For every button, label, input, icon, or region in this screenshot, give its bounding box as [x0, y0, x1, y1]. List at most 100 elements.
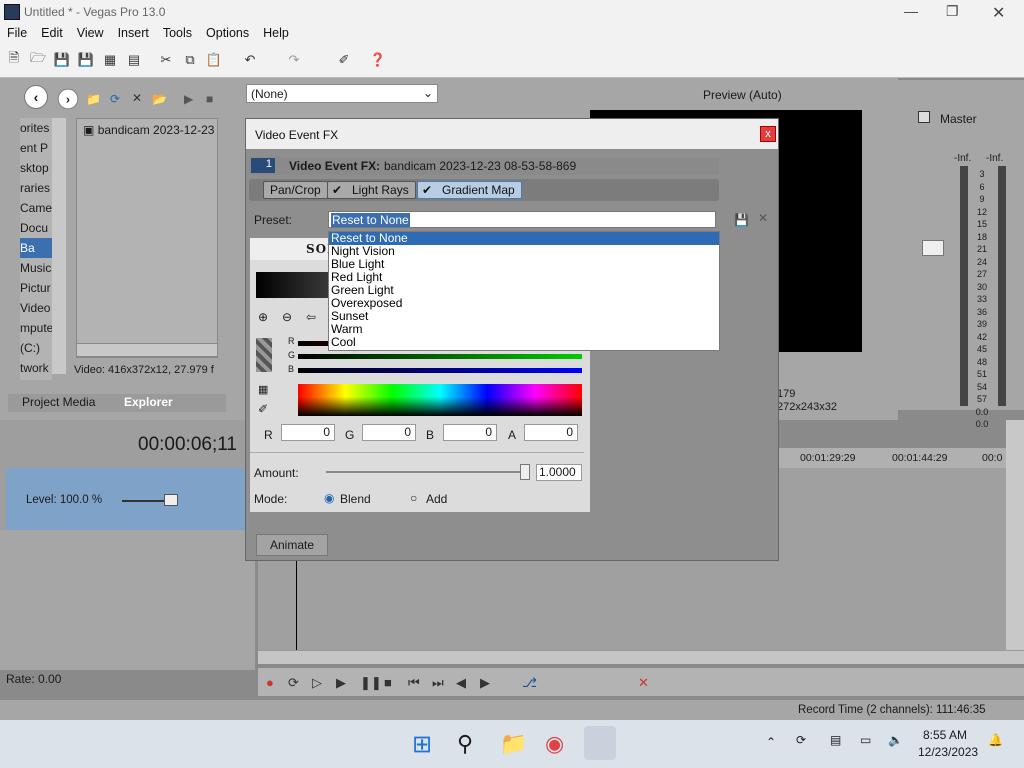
prev-frame-icon[interactable]: ◀ — [456, 675, 466, 691]
undo-icon[interactable]: ↶ — [242, 52, 258, 68]
g-input[interactable]: 0 — [362, 424, 416, 441]
maximize-icon[interactable]: ❐ — [946, 3, 959, 20]
volume-icon[interactable]: 🔈 — [888, 733, 903, 747]
play-preview-icon[interactable]: ▶ — [184, 92, 193, 106]
tree-item[interactable]: Ba — [20, 238, 52, 258]
a-input[interactable]: 0 — [524, 424, 578, 441]
forward-button[interactable]: › — [57, 88, 79, 110]
delete-preset-icon[interactable]: ✕ — [758, 211, 768, 225]
play-icon[interactable]: ▶ — [336, 675, 346, 691]
timeline-vscrollbar[interactable] — [1006, 420, 1024, 650]
preset-option[interactable]: Cool — [329, 336, 719, 349]
search-icon[interactable]: ⚲ — [457, 731, 473, 757]
record-icon[interactable]: ● — [266, 675, 274, 690]
b-input[interactable]: 0 — [443, 424, 497, 441]
next-frame-icon[interactable]: ▶ — [480, 675, 490, 691]
dialog-close-button[interactable]: x — [760, 126, 776, 142]
remove-point-icon[interactable]: ⊖ — [282, 310, 292, 324]
refresh-icon[interactable]: ⟳ — [110, 92, 120, 106]
animate-button[interactable]: Animate — [256, 534, 328, 556]
preset-dropdown[interactable]: Reset to None — [328, 211, 716, 228]
file-explorer-icon[interactable]: 📁 — [500, 731, 527, 757]
tab-explorer[interactable]: Explorer — [124, 395, 173, 409]
tree-item[interactable]: ent P — [20, 138, 52, 158]
paste-icon[interactable]: 📋 — [206, 52, 222, 68]
preset-option[interactable]: Warm — [329, 323, 719, 336]
chrome-icon[interactable]: ◉ — [545, 731, 564, 757]
properties-icon[interactable]: ▤ — [126, 52, 142, 68]
redo-icon[interactable]: ↷ — [286, 52, 302, 68]
menu-view[interactable]: View — [70, 24, 111, 42]
palette-icon[interactable]: ▦ — [258, 383, 268, 396]
add-folder-icon[interactable]: 📂 — [152, 92, 167, 106]
minimize-icon[interactable]: — — [904, 3, 918, 19]
tab-project-media[interactable]: Project Media — [22, 395, 95, 409]
timeline-hscrollbar[interactable] — [258, 650, 1024, 664]
tree-item[interactable]: mpute — [20, 318, 52, 338]
folder-up-icon[interactable]: 📁 — [86, 92, 101, 106]
add-radio[interactable]: ○ — [410, 491, 417, 505]
add-point-icon[interactable]: ⊕ — [258, 310, 268, 324]
blue-slider[interactable] — [298, 368, 582, 373]
preview-quality[interactable]: Preview (Auto) — [703, 88, 782, 102]
tree-scrollbar[interactable] — [52, 118, 66, 374]
tree-item[interactable]: (C:) — [20, 338, 52, 358]
save-preset-icon[interactable]: 💾 — [734, 213, 749, 227]
menu-edit[interactable]: Edit — [34, 24, 70, 42]
menu-options[interactable]: Options — [199, 24, 256, 42]
menu-insert[interactable]: Insert — [111, 24, 156, 42]
file-item[interactable]: bandicam 2023-12-23 — [98, 123, 215, 137]
amount-thumb[interactable] — [520, 464, 530, 480]
help-icon[interactable]: ❓ — [370, 52, 386, 68]
delete-event-icon[interactable]: ✕ — [638, 675, 649, 691]
preset-option[interactable]: Blue Light — [329, 258, 719, 271]
level-slider-thumb[interactable] — [164, 494, 178, 506]
preview-fx-select[interactable]: (None) ⌄ — [246, 84, 438, 103]
save-as-icon[interactable]: 💾 — [78, 52, 94, 68]
delete-icon[interactable]: ✕ — [132, 91, 142, 105]
go-end-icon[interactable]: ⏭ — [432, 675, 444, 691]
edit-tool-icon[interactable]: ✐ — [336, 52, 352, 68]
vegas-taskbar-icon[interactable] — [584, 726, 616, 760]
windows-start-icon[interactable]: ⊞ — [412, 730, 432, 759]
stop-icon[interactable]: ■ — [384, 675, 392, 690]
master-fader[interactable] — [922, 240, 944, 256]
go-start-icon[interactable]: ⏮ — [408, 675, 420, 691]
pause-icon[interactable]: ❚❚ — [360, 675, 382, 691]
color-spectrum[interactable] — [298, 384, 582, 416]
tree-item[interactable]: orites — [20, 118, 52, 138]
cut-icon[interactable]: ✂ — [158, 52, 174, 68]
tree-item[interactable]: Music — [20, 258, 52, 278]
new-icon[interactable]: 🗎 — [6, 50, 22, 68]
menu-file[interactable]: File — [0, 24, 34, 42]
display-icon[interactable]: ▭ — [860, 733, 871, 747]
chevron-up-icon[interactable]: ⌃ — [766, 735, 776, 749]
stop-preview-icon[interactable]: ■ — [206, 92, 213, 106]
edit-cursor-icon[interactable]: ⎇ — [522, 675, 537, 691]
r-input[interactable]: 0 — [281, 424, 335, 441]
close-icon[interactable]: ✕ — [992, 3, 1005, 23]
green-slider[interactable] — [298, 354, 582, 359]
tree-item[interactable]: Came — [20, 198, 52, 218]
file-hscrollbar[interactable] — [76, 343, 218, 357]
save-icon[interactable]: 💾 — [54, 52, 70, 68]
network-icon[interactable]: ▤ — [830, 733, 841, 747]
chain-gradient-map[interactable]: ✔ Gradient Map — [417, 181, 522, 199]
left-point-icon[interactable]: ⇦ — [306, 310, 316, 324]
open-icon[interactable]: 🗁 — [30, 50, 46, 68]
copy-icon[interactable]: ⧉ — [182, 52, 198, 68]
tree-item[interactable]: raries — [20, 178, 52, 198]
clock-date[interactable]: 12/23/2023 — [918, 745, 978, 759]
tree-item[interactable]: sktop — [20, 158, 52, 178]
tree-item[interactable]: Pictur — [20, 278, 52, 298]
menu-help[interactable]: Help — [256, 24, 296, 42]
blend-radio[interactable]: ◉ — [324, 491, 334, 505]
chain-pan-crop[interactable]: Pan/Crop — [263, 181, 328, 199]
amount-input[interactable]: 1.0000 — [536, 464, 582, 481]
eyedropper-icon[interactable]: ✐ — [258, 402, 268, 416]
tree-item[interactable]: Video — [20, 298, 52, 318]
preset-option[interactable]: Overexposed — [329, 297, 719, 310]
preset-option[interactable]: Sunset — [329, 310, 719, 323]
render-icon[interactable]: ▦ — [102, 52, 118, 68]
clock-time[interactable]: 8:55 AM — [923, 728, 967, 742]
